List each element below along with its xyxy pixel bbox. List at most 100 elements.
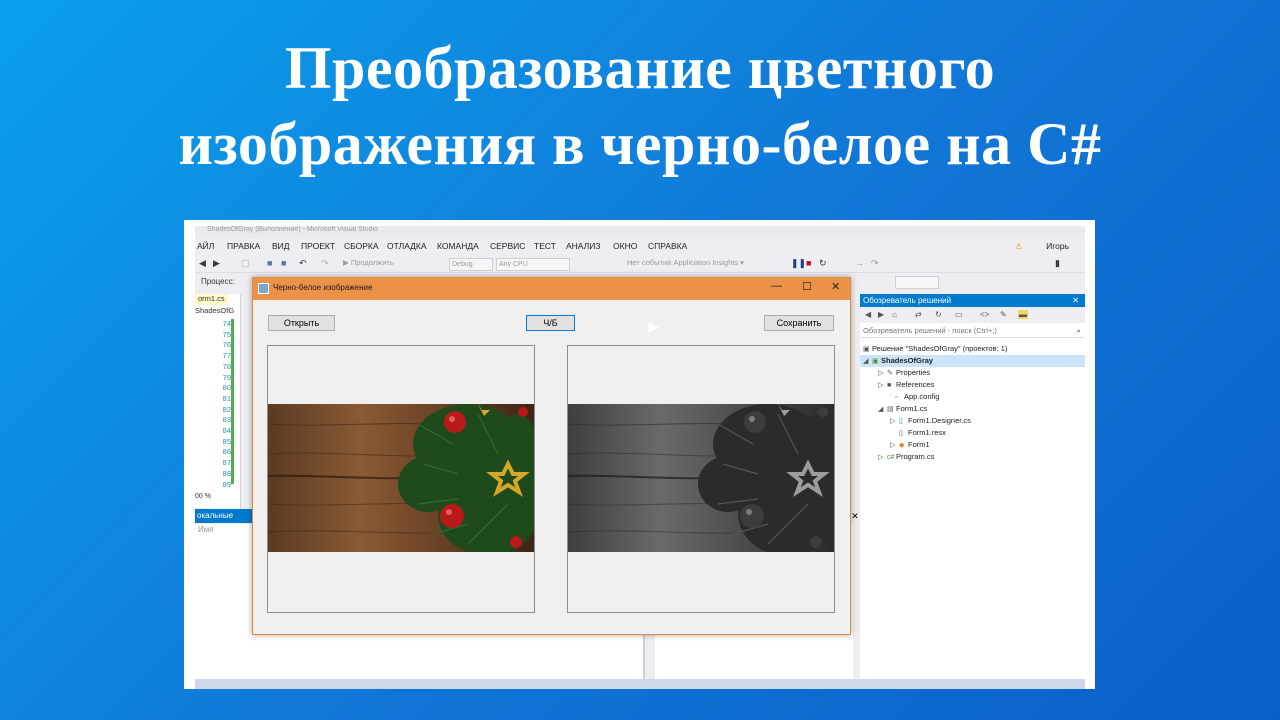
refresh-icon[interactable]: ↻	[935, 310, 942, 319]
line-number: 82	[209, 405, 231, 416]
search-icon[interactable]: ⌕	[1077, 324, 1081, 338]
tree-item-label: Properties	[896, 368, 930, 377]
tree-item-form1[interactable]: ◢▤Form1.cs	[878, 403, 927, 415]
vs-titlebar: ShadesOfGray (Выполнение) - Microsoft Vi…	[195, 226, 1085, 238]
preview-icon[interactable]: ▬	[1018, 310, 1028, 319]
tree-item-properties[interactable]: ▷✎Properties	[878, 367, 930, 379]
menu-tools[interactable]: СЕРВИС	[490, 241, 525, 251]
minimize-button[interactable]: —	[771, 280, 782, 292]
restart-icon[interactable]: ↻	[819, 258, 827, 269]
close-button[interactable]: ✕	[831, 280, 840, 293]
step-over-icon[interactable]: ↷	[871, 258, 879, 269]
collapse-icon[interactable]: ▭	[955, 310, 963, 319]
save-icon[interactable]: ■	[267, 258, 272, 268]
csharp-file-icon: c#	[887, 452, 896, 464]
open-button[interactable]: Открыть	[268, 315, 335, 331]
tree-item-form1-class[interactable]: ▷◆Form1	[890, 439, 930, 451]
tree-item-solution[interactable]: ▣Решение "ShadesOfGray" (проектов: 1)	[863, 343, 1007, 355]
menu-team[interactable]: КОМАНДА	[437, 241, 479, 251]
back-icon[interactable]: ◀	[199, 258, 206, 269]
line-number: 81	[209, 394, 231, 405]
continue-button[interactable]: ▶ Продолжить	[343, 258, 394, 267]
maximize-button[interactable]: ☐	[802, 280, 812, 293]
home-icon[interactable]: ⌂	[892, 310, 897, 319]
grayscale-photo	[568, 404, 834, 552]
save-all-icon[interactable]: ■	[281, 258, 286, 268]
collapse-arrow-icon[interactable]: ▷	[878, 380, 887, 392]
menu-analyze[interactable]: АНАЛИЗ	[566, 241, 601, 251]
pause-icon[interactable]: ❚❚	[791, 258, 806, 269]
menu-file[interactable]: АЙЛ	[197, 241, 214, 251]
redo-icon[interactable]: ↷	[321, 258, 329, 269]
process-label: Процесс:	[201, 277, 235, 286]
menu-window[interactable]: ОКНО	[613, 241, 637, 251]
tree-item-label: App.config	[904, 392, 939, 401]
configuration-combo[interactable]: Debug	[449, 258, 493, 271]
line-number: 74	[209, 319, 231, 330]
tree-item-project[interactable]: ◢▣ShadesOfGray	[860, 355, 1085, 367]
menu-debug[interactable]: ОТЛАДКА	[387, 241, 427, 251]
save-button[interactable]: Сохранить	[764, 315, 834, 331]
menu-test[interactable]: ТЕСТ	[534, 241, 556, 251]
editor-tab[interactable]: orm1.cs	[195, 294, 228, 305]
undo-icon[interactable]: ↶	[299, 258, 307, 269]
menu-build[interactable]: СБОРКА	[344, 241, 379, 251]
platform-combo[interactable]: Any CPU	[496, 258, 570, 271]
user-name[interactable]: Игорь	[1046, 241, 1069, 251]
step-into-icon[interactable]: →	[855, 258, 864, 268]
back-icon[interactable]: ◀	[865, 310, 871, 319]
close-icon[interactable]: ✕	[1072, 294, 1079, 307]
code-icon[interactable]: <>	[980, 310, 989, 319]
form-icon	[258, 283, 269, 294]
menu-project[interactable]: ПРОЕКТ	[301, 241, 335, 251]
collapse-arrow-icon[interactable]: ▷	[878, 452, 887, 464]
properties-icon[interactable]: ✎	[1000, 310, 1007, 319]
menu-help[interactable]: СПРАВКА	[648, 241, 687, 251]
warning-icon[interactable]: ⚠	[1015, 241, 1023, 252]
continue-label: Продолжить	[351, 258, 394, 267]
zoom-level[interactable]: 00 %	[195, 493, 211, 500]
line-number: 86	[209, 447, 231, 458]
page-title-line-1: Преобразование цветного	[0, 30, 1280, 106]
page-title-line-2: изображения в черно-белое на C#	[0, 106, 1280, 182]
sync-icon[interactable]: ⇄	[915, 310, 922, 319]
stack-frame-combo[interactable]	[895, 276, 939, 289]
line-number: 76	[209, 340, 231, 351]
locals-name-column: Имя	[198, 525, 214, 534]
vs-toolbar: ◀ ▶ ▢ ■ ■ ↶ ↷ ▶ Продолжить Debug Any CPU…	[195, 255, 1085, 273]
menu-edit[interactable]: ПРАВКА	[227, 241, 260, 251]
solution-search-input[interactable]: Обозреватель решений - поиск (Ctrl+;) ⌕	[860, 324, 1085, 338]
vs-window-title: ShadesOfGray (Выполнение) - Microsoft Vi…	[207, 226, 378, 233]
editor-file-combo[interactable]: ShadesOfG	[195, 306, 234, 315]
tree-item-form1-resx[interactable]: ▯Form1.resx	[899, 427, 946, 439]
line-number: 79	[209, 373, 231, 384]
new-item-icon[interactable]: ▢	[241, 258, 250, 269]
menu-view[interactable]: ВИД	[272, 241, 290, 251]
source-picture-box	[267, 345, 535, 613]
solution-explorer-header: Обозреватель решений ✕	[860, 294, 1085, 307]
collapse-arrow-icon[interactable]: ▷	[890, 416, 899, 428]
tree-item-references[interactable]: ▷■References	[878, 379, 934, 391]
locals-header[interactable]: окальные	[195, 509, 252, 523]
stop-icon[interactable]: ■	[806, 258, 811, 268]
bookmark-icon[interactable]: ▮	[1055, 258, 1060, 269]
search-placeholder: Обозреватель решений - поиск (Ctrl+;)	[863, 326, 997, 335]
tree-item-program[interactable]: ▷c#Program.cs	[878, 451, 934, 463]
line-number: 84	[209, 426, 231, 437]
bw-image-dialog: Черно-белое изображение — ☐ ✕ Открыть Ч/…	[252, 277, 851, 635]
tree-item-app-config[interactable]: ▫App.config	[895, 391, 939, 403]
tree-item-label: Form1.Designer.cs	[908, 416, 971, 425]
expand-icon[interactable]: ◢	[878, 404, 887, 416]
dialog-title: Черно-белое изображение	[273, 283, 372, 292]
line-number: 85	[209, 437, 231, 448]
bw-button[interactable]: Ч/Б	[526, 315, 575, 331]
forward-icon[interactable]: ▶	[878, 310, 884, 319]
expand-icon[interactable]: ◢	[863, 356, 872, 368]
tree-item-form1-designer[interactable]: ▷▯Form1.Designer.cs	[890, 415, 971, 427]
tree-item-label: Form1	[908, 440, 930, 449]
line-number: 75	[209, 330, 231, 341]
forward-icon[interactable]: ▶	[213, 258, 220, 269]
mouse-cursor-icon	[643, 319, 658, 334]
app-insights-button[interactable]: Нет событий Application Insights ▾	[627, 258, 744, 267]
dialog-titlebar[interactable]: Черно-белое изображение — ☐ ✕	[253, 278, 850, 300]
